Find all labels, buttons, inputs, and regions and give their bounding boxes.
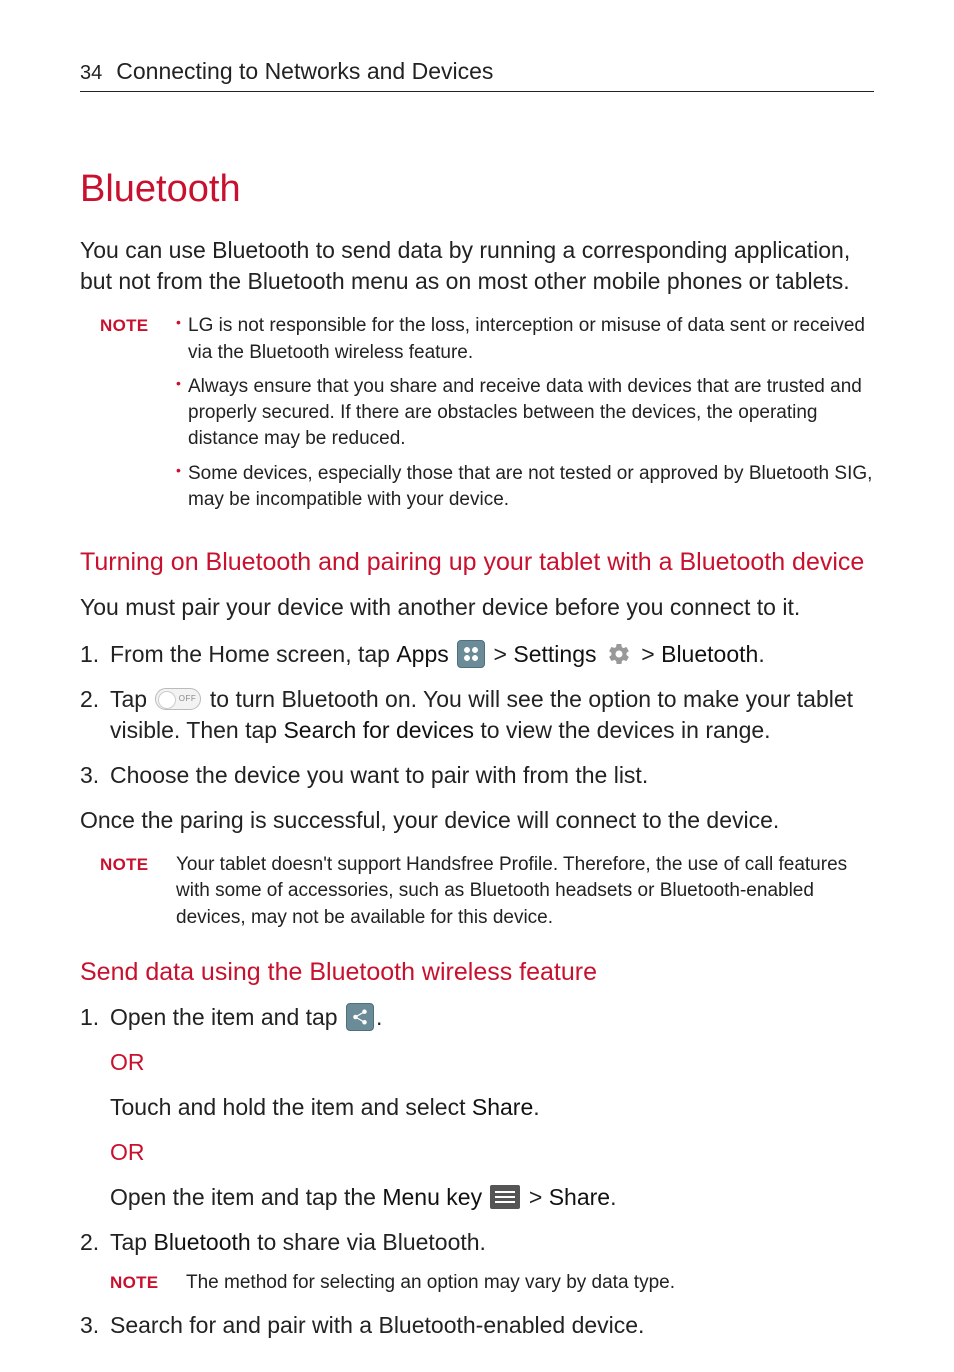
step-1: From the Home screen, tap Apps > Setting…	[80, 639, 874, 670]
note-text: Your tablet doesn't support Handsfree Pr…	[176, 852, 874, 931]
apps-icon	[457, 640, 485, 668]
send-alt-2: Open the item and tap the Menu key > Sha…	[110, 1182, 874, 1213]
bluetooth-label: Bluetooth	[661, 641, 758, 667]
bluetooth-label: Bluetooth	[153, 1229, 250, 1255]
or-label: OR	[110, 1047, 874, 1078]
note-label: NOTE	[100, 852, 176, 931]
share-icon	[346, 1003, 374, 1031]
header-title: Connecting to Networks and Devices	[116, 56, 493, 87]
pairing-intro: You must pair your device with another d…	[80, 592, 874, 623]
send-step-2: Tap Bluetooth to share via Bluetooth. NO…	[80, 1227, 874, 1296]
subheading-pairing: Turning on Bluetooth and pairing up your…	[80, 545, 874, 580]
pairing-steps: From the Home screen, tap Apps > Setting…	[80, 639, 874, 791]
share-label: Share	[472, 1094, 533, 1120]
note-item: LG is not responsible for the loss, inte…	[176, 313, 874, 365]
send-step-1: Open the item and tap . OR Touch and hol…	[80, 1002, 874, 1213]
search-devices-label: Search for devices	[283, 717, 473, 743]
intro-paragraph: You can use Bluetooth to send data by ru…	[80, 235, 874, 297]
settings-icon	[605, 640, 633, 668]
toggle-off-icon: OFF	[155, 688, 201, 710]
share-label: Share	[549, 1184, 610, 1210]
note-label: NOTE	[110, 1270, 186, 1296]
pairing-result: Once the paring is successful, your devi…	[80, 805, 874, 836]
menu-key-label: Menu key	[382, 1184, 482, 1210]
section-title: Bluetooth	[80, 164, 874, 215]
page-header: 34 Connecting to Networks and Devices	[80, 56, 874, 92]
or-label: OR	[110, 1137, 874, 1168]
menu-icon	[490, 1185, 520, 1209]
note-block-1: NOTE LG is not responsible for the loss,…	[100, 313, 874, 521]
send-alt-1: Touch and hold the item and select Share…	[110, 1092, 874, 1123]
send-step-3: Search for and pair with a Bluetooth-ena…	[80, 1310, 874, 1341]
note-label: NOTE	[100, 313, 176, 521]
note-item: Some devices, especially those that are …	[176, 461, 874, 513]
subheading-send: Send data using the Bluetooth wireless f…	[80, 955, 874, 990]
apps-label: Apps	[396, 641, 448, 667]
send-steps: Open the item and tap . OR Touch and hol…	[80, 1002, 874, 1342]
step-2: Tap OFF to turn Bluetooth on. You will s…	[80, 684, 874, 746]
settings-label: Settings	[513, 641, 596, 667]
page-number: 34	[80, 60, 102, 87]
note-block-3: NOTE The method for selecting an option …	[110, 1270, 874, 1296]
note-block-2: NOTE Your tablet doesn't support Handsfr…	[100, 852, 874, 931]
note-text: The method for selecting an option may v…	[186, 1270, 874, 1296]
note-item: Always ensure that you share and receive…	[176, 374, 874, 453]
step-3: Choose the device you want to pair with …	[80, 760, 874, 791]
